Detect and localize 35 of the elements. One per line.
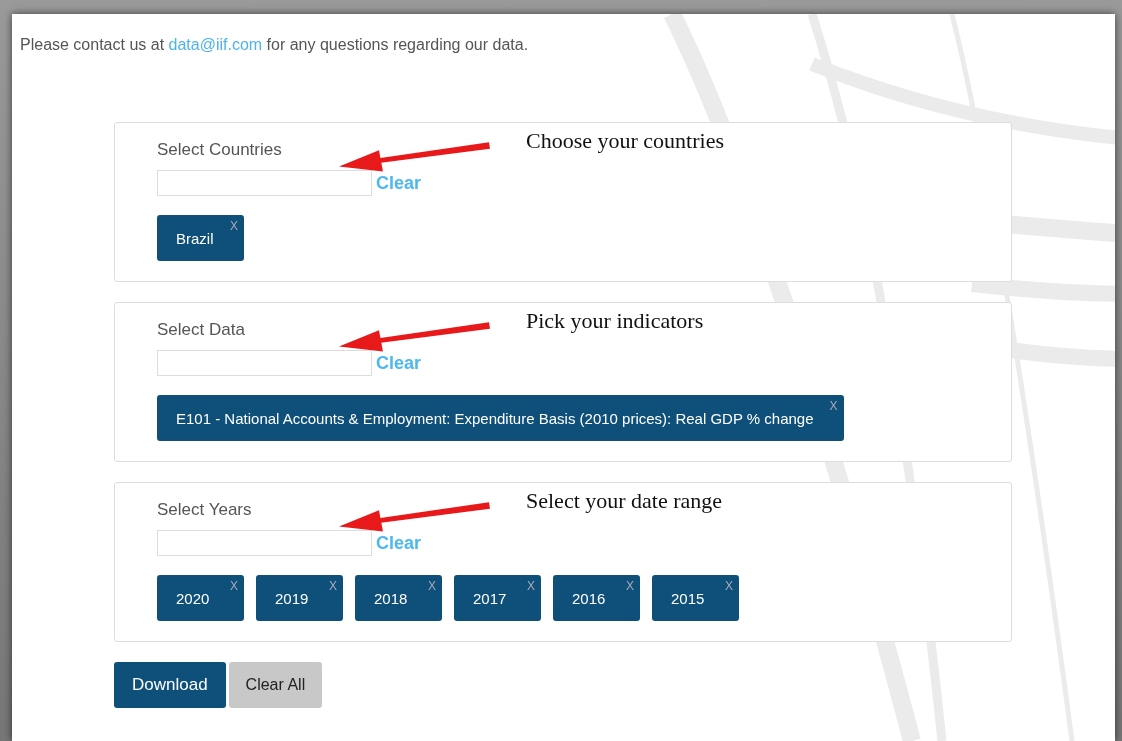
remove-button[interactable]: X bbox=[626, 579, 634, 593]
remove-button[interactable]: X bbox=[428, 579, 436, 593]
annotation-text: Pick your indicators bbox=[526, 308, 704, 334]
tag-label: Brazil bbox=[176, 229, 214, 247]
input-field[interactable] bbox=[157, 530, 372, 556]
remove-button[interactable]: X bbox=[230, 579, 238, 593]
remove-button[interactable]: X bbox=[829, 399, 838, 413]
field-label: Select Years bbox=[157, 500, 252, 520]
clear-link[interactable]: Clear bbox=[376, 534, 422, 552]
input-field[interactable] bbox=[157, 350, 372, 376]
tag-label: E101 - National Accounts & Employment: Expenditure Basis (2010 prices): Real GDP % change bbox=[176, 409, 814, 427]
remove-button[interactable]: X bbox=[527, 579, 535, 593]
field-label: Select Countries bbox=[157, 140, 282, 160]
annotation-text: Choose your countries bbox=[526, 128, 724, 154]
contact-text: Please contact us at data@iif.com for any questions regarding our data. bbox=[20, 36, 530, 54]
clear-link[interactable]: Clear bbox=[376, 354, 422, 372]
tag-label: 2015 bbox=[671, 589, 705, 607]
tag-label: 2019 bbox=[275, 589, 309, 607]
tag-label: 2017 bbox=[473, 589, 507, 607]
input-field[interactable] bbox=[157, 170, 372, 196]
download-button[interactable]: Download bbox=[114, 662, 226, 708]
tag-label: 2018 bbox=[374, 589, 408, 607]
remove-button[interactable]: X bbox=[725, 579, 733, 593]
remove-button[interactable]: X bbox=[329, 579, 337, 593]
arrow-icon bbox=[339, 322, 490, 352]
clear-link[interactable]: Clear bbox=[376, 174, 422, 192]
remove-button[interactable]: X bbox=[230, 219, 238, 233]
annotation-text: Select your date range bbox=[526, 488, 723, 514]
clear-all-button[interactable]: Clear All bbox=[228, 662, 323, 708]
arrow-icon bbox=[339, 502, 490, 532]
tag-label: 2020 bbox=[176, 589, 210, 607]
email-link[interactable]: data@iif.com bbox=[168, 36, 263, 53]
tag-label: 2016 bbox=[572, 589, 606, 607]
field-label: Select Data bbox=[157, 320, 245, 340]
arrow-icon bbox=[339, 142, 490, 172]
